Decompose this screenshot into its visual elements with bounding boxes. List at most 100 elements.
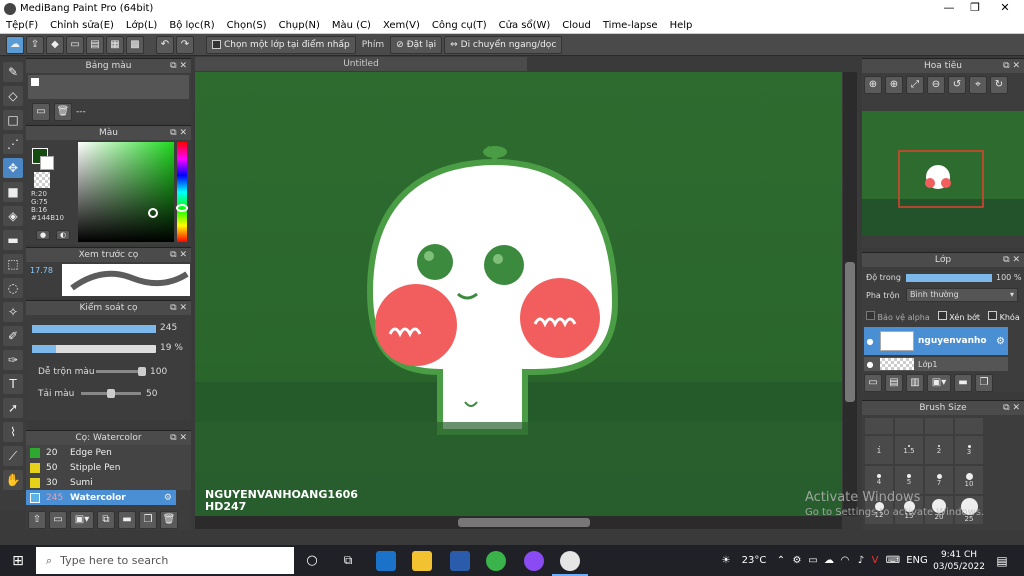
brush-size-cell[interactable]: 2	[925, 436, 953, 464]
medibang-taskbar-icon[interactable]	[560, 551, 580, 571]
brush-size-cell[interactable]: 1	[865, 436, 893, 464]
horizontal-scrollbar-thumb[interactable]	[458, 518, 590, 527]
hand-tool-icon[interactable]: ✋	[3, 470, 23, 490]
shape-tool-icon[interactable]: □	[3, 110, 23, 130]
new-layer-icon[interactable]: ▭	[864, 374, 882, 392]
color-mode-icon[interactable]: ●	[36, 230, 50, 240]
menu-window[interactable]: Cửa sổ(W)	[493, 20, 557, 31]
select-layer-checkbox[interactable]: Chọn một lớp tại điểm nhấp	[206, 35, 356, 54]
brush-tool-icon[interactable]: ✎	[3, 62, 23, 82]
new-palette-icon[interactable]: ▭	[32, 103, 50, 121]
vertical-scrollbar-thumb[interactable]	[845, 262, 855, 402]
ink-slider[interactable]	[81, 389, 141, 398]
new-halftone-layer-icon[interactable]: ▤	[885, 374, 903, 392]
page-icon[interactable]: ▭	[66, 35, 84, 54]
clip-checkbox[interactable]: Xén bớt	[937, 311, 980, 322]
vertical-scrollbar[interactable]	[843, 72, 857, 516]
brush-duplicate-icon[interactable]: ❐	[139, 511, 157, 529]
word-icon[interactable]	[450, 551, 470, 571]
select-rect-tool-icon[interactable]: ⬚	[3, 254, 23, 274]
menu-select[interactable]: Chọn(S)	[221, 20, 273, 31]
menu-edit[interactable]: Chỉnh sửa(E)	[44, 20, 120, 31]
layer-blend-select[interactable]: Bình thường ▾	[906, 288, 1018, 302]
blend-slider[interactable]	[96, 367, 146, 376]
move-tool-icon[interactable]: ✥	[3, 158, 23, 178]
menu-view[interactable]: Xem(V)	[377, 20, 426, 31]
new-8bit-layer-icon[interactable]: ▥	[906, 374, 924, 392]
panel-close-icon[interactable]: ⧉ ✕	[1003, 401, 1020, 415]
brush-item-selected[interactable]: 245 Watercolor ⚙	[26, 490, 176, 505]
document-icon[interactable]: ▤	[86, 35, 104, 54]
layer-folder-icon[interactable]: ▬	[954, 374, 972, 392]
eraser-tool-icon[interactable]: ◇	[3, 86, 23, 106]
messenger-icon[interactable]	[524, 551, 544, 571]
bucket-tool-icon[interactable]: ◈	[3, 206, 23, 226]
start-icon[interactable]: ⊞	[0, 545, 36, 576]
drawing-canvas[interactable]	[195, 72, 842, 516]
brush-size-cell[interactable]: 7	[925, 466, 953, 494]
palette-area[interactable]	[28, 75, 189, 99]
close-button[interactable]: ✕	[990, 0, 1020, 17]
panel-close-icon[interactable]: ⧉ ✕	[170, 59, 187, 73]
tab-untitled[interactable]: Untitled	[195, 57, 527, 71]
brush-new-icon[interactable]: ▭	[49, 511, 67, 529]
comment-icon[interactable]: ◆	[46, 35, 64, 54]
layer-menu-icon[interactable]: ▣▾	[927, 374, 951, 392]
brush-menu-icon[interactable]: ▣▾	[70, 511, 94, 529]
panel-close-icon[interactable]: ⧉ ✕	[1003, 59, 1020, 73]
delete-palette-icon[interactable]: 🗑	[54, 103, 72, 121]
brush-opacity-slider[interactable]	[32, 345, 156, 353]
undo-icon[interactable]: ↶	[156, 35, 174, 54]
horizontal-scrollbar[interactable]	[195, 516, 842, 529]
keyboard-icon[interactable]: ⌨	[884, 545, 902, 576]
reset-button[interactable]: ⊘ Đặt lại	[390, 35, 443, 54]
menu-tools[interactable]: Công cụ(T)	[426, 20, 493, 31]
reset-view-icon[interactable]: ⌖	[969, 76, 987, 94]
weather-icon[interactable]: ☀	[716, 545, 736, 576]
layer-item[interactable]: ● Lớp1	[864, 357, 1008, 371]
brush-delete-icon[interactable]: 🗑	[160, 511, 178, 529]
gradient-tool-icon[interactable]: ▬	[3, 230, 23, 250]
menu-snap[interactable]: Chụp(N)	[273, 20, 326, 31]
color-swap-icon[interactable]: ◐	[56, 230, 70, 240]
grid-icon[interactable]: ▦	[106, 35, 124, 54]
network-tray-icon[interactable]: ⚙	[790, 545, 804, 576]
transparent-swatch[interactable]	[34, 172, 50, 188]
fill-shape-tool-icon[interactable]: ■	[3, 182, 23, 202]
menu-timelapse[interactable]: Time-lapse	[597, 20, 664, 31]
brush-copy-icon[interactable]: ⧉	[97, 511, 115, 529]
text-tool-icon[interactable]: T	[3, 374, 23, 394]
layer-item-selected[interactable]: ● nguyenvanho ⚙	[864, 327, 1008, 355]
panel-close-icon[interactable]: ⧉ ✕	[170, 301, 187, 315]
file-explorer-icon[interactable]	[412, 551, 432, 571]
brush-item[interactable]: 50 Stipple Pen	[26, 460, 191, 475]
eye-icon[interactable]: ●	[864, 337, 876, 346]
volume-icon[interactable]: ♪	[854, 545, 868, 576]
brush-add-icon[interactable]: ⇧	[28, 511, 46, 529]
menu-layer[interactable]: Lớp(L)	[120, 20, 163, 31]
cloud-icon[interactable]: ☁	[6, 35, 24, 54]
panel-close-icon[interactable]: ⧉ ✕	[170, 248, 187, 262]
protect-alpha-checkbox[interactable]: Bảo vệ alpha	[866, 311, 930, 322]
palette-swatch[interactable]	[31, 78, 39, 86]
panel-close-icon[interactable]: ⧉ ✕	[170, 431, 187, 445]
zoom-in-icon[interactable]: ⊕	[864, 76, 882, 94]
fit-icon[interactable]: ⤢	[906, 76, 924, 94]
layer-settings-icon[interactable]: ⚙	[996, 336, 1008, 347]
brush-settings-icon[interactable]: ⚙	[164, 493, 176, 503]
rotate-left-icon[interactable]: ↺	[948, 76, 966, 94]
select-pen-tool-icon[interactable]: ✐	[3, 326, 23, 346]
dotted-line-tool-icon[interactable]: ⋰	[3, 134, 23, 154]
chevron-up-icon[interactable]: ⌃	[774, 545, 788, 576]
menu-color[interactable]: Màu (C)	[326, 20, 377, 31]
brush-size-cell[interactable]: 10	[955, 466, 983, 494]
ink-slider-handle[interactable]	[107, 389, 115, 398]
brush-size-cell[interactable]: 3	[955, 436, 983, 464]
select-eraser-tool-icon[interactable]: ✑	[3, 350, 23, 370]
layer-opacity-slider[interactable]	[906, 274, 992, 282]
panel-close-icon[interactable]: ⧉ ✕	[170, 126, 187, 140]
brush-size-slider[interactable]	[32, 325, 156, 333]
magic-wand-tool-icon[interactable]: ✧	[3, 302, 23, 322]
layer-duplicate-icon[interactable]: ❐	[975, 374, 993, 392]
unikey-icon[interactable]: V	[868, 545, 882, 576]
